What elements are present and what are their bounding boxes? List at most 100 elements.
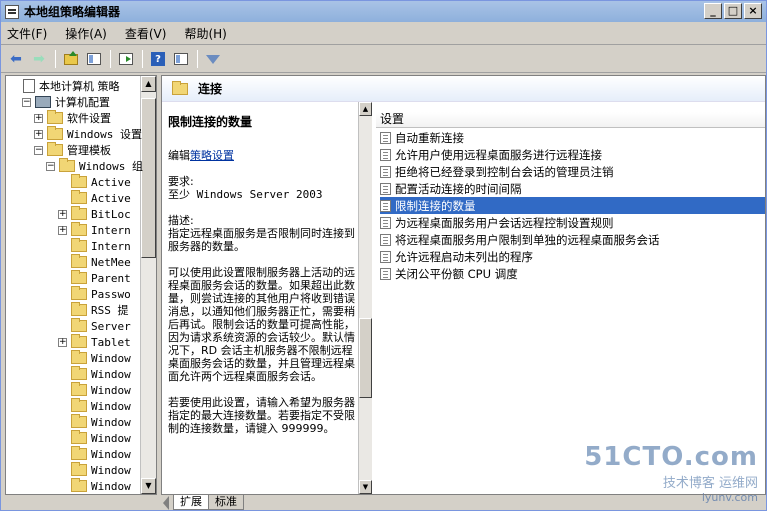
window-title: 本地组策略编辑器 [24,5,121,19]
tree-item[interactable]: RSS 提 [58,302,129,318]
folder-icon [71,366,87,380]
setting-row[interactable]: 将远程桌面服务用户限制到单独的远程桌面服务会话 [380,231,765,248]
watermark-logo: 51CTO.com [584,442,758,472]
setting-row[interactable]: 允许远程启动未列出的程序 [380,248,765,265]
tree-item[interactable]: + Tablet [58,334,131,350]
column-header-setting[interactable]: 设置 [376,112,765,128]
folder-icon [59,158,75,172]
collapse-icon[interactable]: − [34,145,43,155]
properties-icon[interactable] [170,49,192,69]
expand-icon[interactable]: + [58,209,67,219]
tree-item[interactable]: + Windows 设置 [34,126,142,142]
tree-item[interactable]: Intern [58,238,131,254]
expand-icon[interactable]: + [58,337,67,347]
description-heading: 限制连接的数量 [168,115,253,129]
tree-item[interactable]: Window [58,366,131,382]
desc-scroll-up-icon[interactable]: ▲ [359,102,372,116]
tree-item-label: Active [91,191,131,205]
scroll-up-icon[interactable]: ▲ [141,76,156,92]
tree-item[interactable]: Window [58,382,131,398]
filter-icon[interactable] [202,49,224,69]
setting-row[interactable]: 关闭公平份额 CPU 调度 [380,265,765,282]
tree-item[interactable]: Server [58,318,131,334]
collapse-icon[interactable]: − [22,97,31,107]
edit-prefix: 编辑 [168,149,190,162]
setting-row[interactable]: 允许用户使用远程桌面服务进行远程连接 [380,146,765,163]
requirements: 要求: 至少 Windows Server 2003 [168,175,356,201]
setting-row[interactable]: 配置活动连接的时间间隔 [380,180,765,197]
tree-item[interactable]: Window [58,430,131,446]
policy-tree[interactable]: ▲ ▼ 本地计算机 策略 − 计算机配置 + 软件设置 + Windows 设置 − 管理模板 −… [5,75,157,495]
setting-label: 拒绝将已经登录到控制台会话的管理员注销 [395,164,614,179]
tree-item-label: 计算机配置 [55,96,110,109]
tree-item[interactable]: 本地计算机 策略 [10,78,120,94]
description-scrollbar[interactable]: ▲ ▼ [358,102,372,494]
setting-label: 自动重新连接 [395,130,464,145]
edit-policy-link[interactable]: 策略设置 [190,149,234,162]
close-button[interactable]: × [744,3,762,19]
tree-item[interactable]: − 管理模板 [34,142,111,158]
tree-item-label: Server [91,319,131,333]
scroll-down-icon[interactable]: ▼ [141,478,156,494]
desc-scroll-down-icon[interactable]: ▼ [359,480,372,494]
expand-icon[interactable]: + [34,129,43,139]
setting-row[interactable]: 自动重新连接 [380,129,765,146]
desc-p1: 指定远程桌面服务是否限制同时连接到服务器的数量。 [168,227,355,253]
menu-action[interactable]: 操作(A) [65,25,107,42]
tree-item[interactable]: Active [58,190,131,206]
tree-item[interactable]: − Windows 组 [46,158,143,174]
tree-item-label: Window [91,479,131,493]
policy-doc-icon [23,79,35,93]
tree-item[interactable]: Window [58,398,131,414]
tree-item[interactable]: − 计算机配置 [22,94,110,110]
expand-icon[interactable]: + [34,113,43,123]
tab-scroll-icon[interactable] [163,496,169,510]
tree-item[interactable]: Window [58,478,131,494]
tree-item[interactable]: Window [58,462,131,478]
help-icon[interactable]: ? [147,49,169,69]
req-label: 要求: [168,175,194,188]
menu-view[interactable]: 查看(V) [125,25,167,42]
tree-item-label: Intern [91,239,131,253]
setting-row[interactable]: 为远程桌面服务用户会话远程控制设置规则 [380,214,765,231]
tree-item[interactable]: Window [58,446,131,462]
folder-icon [71,430,87,444]
tree-item[interactable]: NetMee [58,254,131,270]
menu-file[interactable]: 文件(F) [7,25,47,42]
tree-item[interactable]: + 软件设置 [34,110,111,126]
tab-standard[interactable]: 标准 [208,495,244,510]
tree-item-label: 软件设置 [67,112,111,125]
tree-item[interactable]: Window [58,350,131,366]
tree-item[interactable]: + Intern [58,222,131,238]
show-hide-tree-icon[interactable] [83,49,105,69]
maximize-button[interactable]: □ [724,3,742,19]
tree-item[interactable]: Window [58,414,131,430]
tree-scroll-thumb[interactable] [141,98,156,258]
edit-policy-line: 编辑策略设置 [168,149,356,162]
minimize-button[interactable]: _ [704,3,722,19]
req-value: 至少 Windows Server 2003 [168,188,323,201]
tree-scrollbar[interactable]: ▲ ▼ [140,76,156,494]
expand-icon[interactable]: + [58,225,67,235]
settings-list[interactable]: 设置 自动重新连接 允许用户使用远程桌面服务进行远程连接 拒绝将已经登录到控制台会话… [376,112,765,494]
tree-item[interactable]: Active [58,174,131,190]
setting-row[interactable]: 限制连接的数量 [380,197,765,214]
folder-icon [71,478,87,492]
main-window: 本地组策略编辑器 _ □ × 文件(F) 操作(A) 查看(V) 帮助(H) ⬅… [0,0,767,511]
tree-item[interactable]: Parent [58,270,131,286]
tree-item-label: Window [91,351,131,365]
desc-scroll-thumb[interactable] [359,318,372,398]
up-folder-icon[interactable] [60,49,82,69]
collapse-icon[interactable]: − [46,161,55,171]
tree-item-label: Window [91,367,131,381]
tab-extended[interactable]: 扩展 [173,495,209,510]
export-list-icon[interactable] [115,49,137,69]
back-icon[interactable]: ⬅ [5,49,27,69]
tree-item-label: NetMee [91,255,131,269]
folder-icon [71,190,87,204]
tree-item[interactable]: + BitLoc [58,206,131,222]
setting-row[interactable]: 拒绝将已经登录到控制台会话的管理员注销 [380,163,765,180]
forward-icon[interactable]: ➡ [28,49,50,69]
tree-item[interactable]: Passwo [58,286,131,302]
menu-help[interactable]: 帮助(H) [184,25,226,42]
